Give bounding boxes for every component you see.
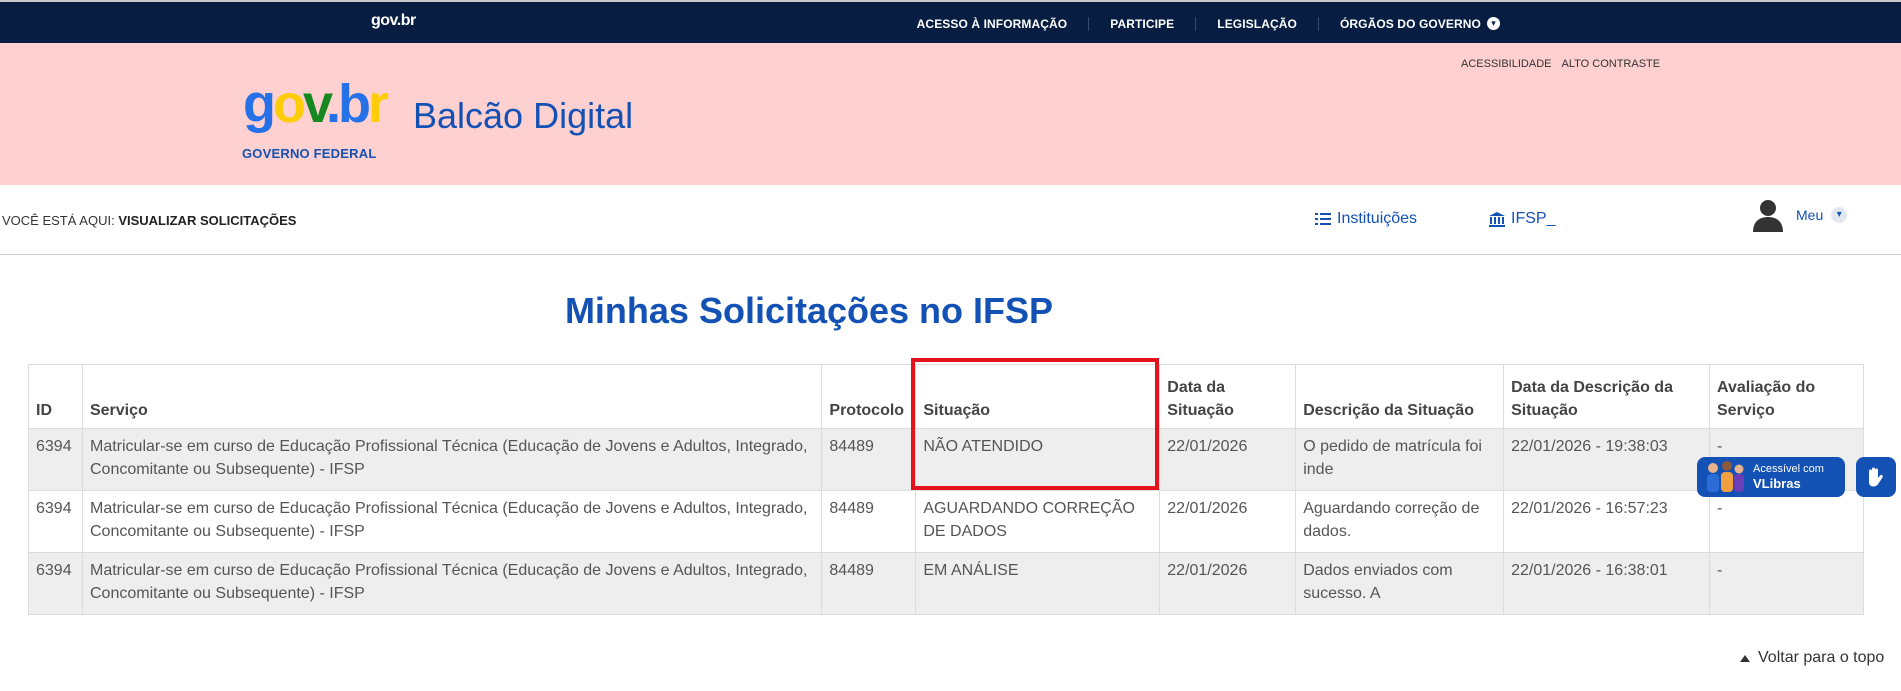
cell-id: 6394 [28, 490, 83, 553]
arrow-up-icon [1740, 654, 1750, 662]
user-menu[interactable]: Meu ▾ [1796, 207, 1848, 223]
chevron-down-icon: ▾ [1487, 17, 1500, 30]
chevron-down-icon: ▾ [1831, 207, 1848, 223]
alto-contraste-link[interactable]: ALTO CONTRASTE [1561, 58, 1660, 70]
cell-servico: Matricular-se em curso de Educação Profi… [81, 428, 823, 491]
cell-descricao: O pedido de matrícula foi inde [1295, 428, 1505, 491]
menu-legislacao[interactable]: LEGISLAÇÃO [1196, 16, 1319, 31]
column-header: Serviço [81, 364, 823, 429]
column-header: Protocolo [821, 364, 917, 429]
gov-topbar: gov.br ACESSO À INFORMAÇÃO PARTICIPE LEG… [0, 0, 1901, 43]
menu-acesso-informacao[interactable]: ACESSO À INFORMAÇÃO [896, 16, 1090, 31]
column-header: ID [28, 364, 83, 429]
column-header: Data da Situação [1159, 364, 1297, 429]
breadcrumb: VOCÊ ESTÁ AQUI: VISUALIZAR SOLICITAÇÕES [2, 213, 296, 228]
menu-label: LEGISLAÇÃO [1217, 16, 1297, 31]
cell-data-descricao: 22/01/2026 - 16:38:01 [1503, 552, 1710, 615]
user-menu-label: Meu [1796, 207, 1824, 223]
breadcrumb-bar: VOCÊ ESTÁ AQUI: VISUALIZAR SOLICITAÇÕES … [0, 185, 1901, 255]
cell-data-situacao: 22/01/2026 [1159, 490, 1297, 553]
instituicoes-label: Instituições [1337, 210, 1418, 227]
cell-situacao: NÃO ATENDIDO [915, 428, 1161, 491]
back-to-top-link[interactable]: Voltar para o topo [1740, 649, 1884, 667]
cell-avaliacao: - [1709, 552, 1864, 615]
menu-label: ÓRGÃOS DO GOVERNO [1339, 16, 1481, 31]
menu-label: ACESSO À INFORMAÇÃO [916, 16, 1068, 31]
cell-data-descricao: 22/01/2026 - 19:38:03 [1503, 428, 1710, 491]
accessibility-links: ACESSIBILIDADE ALTO CONTRASTE [1461, 58, 1660, 70]
institution-icon [1489, 211, 1505, 227]
app-title[interactable]: Balcão Digital [413, 95, 633, 137]
table-row[interactable]: 6394 Matricular-se em curso de Educação … [28, 552, 1864, 615]
sign-language-icon [1869, 467, 1883, 487]
column-header: Avaliação do Serviço [1709, 364, 1864, 429]
table-row[interactable]: 6394 Matricular-se em curso de Educação … [28, 428, 1864, 491]
instituicoes-link[interactable]: Instituições [1315, 210, 1417, 228]
govbr-small-logo[interactable]: gov.br [371, 12, 416, 30]
cell-servico: Matricular-se em curso de Educação Profi… [81, 552, 823, 615]
avatar-icon[interactable] [1750, 197, 1786, 233]
cell-data-situacao: 22/01/2026 [1159, 428, 1297, 491]
column-header: Data da Descrição da Situação [1503, 364, 1710, 429]
column-header: Descrição da Situação [1295, 364, 1505, 429]
cell-protocolo: 84489 [821, 490, 917, 553]
cell-id: 6394 [28, 552, 83, 615]
menu-participe[interactable]: PARTICIPE [1089, 16, 1197, 31]
table-header-row: ID Serviço Protocolo Situação Data da Si… [28, 364, 1864, 429]
gov-top-menu: ACESSO À INFORMAÇÃO PARTICIPE LEGISLAÇÃO… [896, 2, 1521, 45]
breadcrumb-current: VISUALIZAR SOLICITAÇÕES [118, 213, 297, 228]
vlibras-line2: VLibras [1753, 476, 1801, 491]
breadcrumb-prefix: VOCÊ ESTÁ AQUI: [2, 213, 115, 228]
vlibras-banner[interactable]: Acessível com VLibras [1697, 457, 1845, 497]
vlibras-button[interactable] [1856, 457, 1896, 497]
cell-servico: Matricular-se em curso de Educação Profi… [81, 490, 823, 553]
cell-data-situacao: 22/01/2026 [1159, 552, 1297, 615]
acessibilidade-link[interactable]: ACESSIBILIDADE [1461, 58, 1551, 70]
cell-id: 6394 [28, 428, 83, 491]
back-to-top-label: Voltar para o topo [1758, 649, 1885, 666]
menu-label: PARTICIPE [1110, 16, 1175, 31]
menu-orgaos-governo[interactable]: ÓRGÃOS DO GOVERNO ▾ [1319, 17, 1521, 31]
governo-federal-label: GOVERNO FEDERAL [242, 146, 377, 161]
cell-protocolo: 84489 [821, 428, 917, 491]
cell-descricao: Aguardando correção de dados. [1295, 490, 1505, 553]
cell-data-descricao: 22/01/2026 - 16:57:23 [1503, 490, 1710, 553]
ifsp-link[interactable]: IFSP_ [1489, 210, 1555, 228]
cell-descricao: Dados enviados com sucesso. A [1295, 552, 1505, 615]
page-title: Minhas Solicitações no IFSP [564, 290, 1054, 331]
column-header: Situação [915, 364, 1161, 429]
cell-situacao: AGUARDANDO CORREÇÃO DE DADOS [915, 490, 1161, 553]
cell-avaliacao: - [1709, 490, 1864, 553]
cell-situacao: EM ANÁLISE [915, 552, 1161, 615]
list-icon [1315, 213, 1331, 225]
vlibras-people-icon [1707, 461, 1744, 492]
cell-protocolo: 84489 [821, 552, 917, 615]
site-header: ACESSIBILIDADE ALTO CONTRASTE gov.br GOV… [0, 43, 1901, 185]
table-row[interactable]: 6394 Matricular-se em curso de Educação … [28, 490, 1864, 553]
govbr-logo[interactable]: gov.br [243, 77, 389, 131]
requests-table: ID Serviço Protocolo Situação Data da Si… [28, 364, 1864, 615]
vlibras-line1: Acessível com [1753, 463, 1824, 475]
ifsp-label: IFSP_ [1511, 210, 1556, 227]
